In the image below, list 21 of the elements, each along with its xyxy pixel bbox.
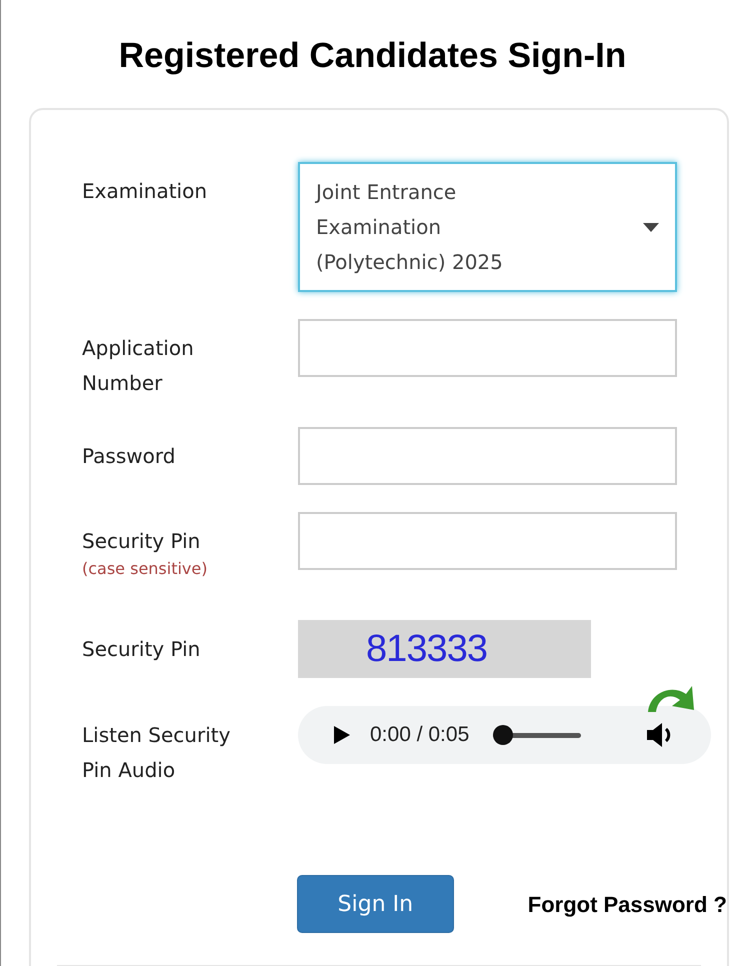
input-field[interactable] <box>298 319 677 377</box>
audio-progress-track[interactable] <box>493 725 582 745</box>
select-value: Joint Entrance Examination (Polytechnic) 2025 <box>316 178 504 276</box>
case-sensitive-note: (case sensitive) <box>82 559 208 579</box>
sign-in-button[interactable]: Sign In <box>297 875 454 933</box>
examination-select[interactable]: Joint Entrance Examination (Polytechnic) 2025 <box>298 162 677 292</box>
audio-player[interactable]: 0:00 / 0:05 <box>298 706 711 764</box>
page-title: Registered Candidates Sign-In <box>118 35 628 77</box>
forgot-password-link[interactable]: Forgot Password ? <box>528 888 727 920</box>
field-label: Application Number <box>82 335 195 397</box>
play-icon[interactable] <box>334 726 350 744</box>
field-label: Security Pin <box>82 528 202 555</box>
field-label: Security Pin <box>82 636 202 663</box>
field-label: Listen Security Pin Audio <box>82 722 232 784</box>
input-field[interactable] <box>298 427 677 485</box>
audio-time: 0:00 / 0:05 <box>370 722 470 748</box>
field-label: Examination <box>82 178 208 205</box>
input-field[interactable] <box>298 512 677 570</box>
field-label: Password <box>82 443 176 470</box>
dropdown-caret-icon <box>643 222 659 232</box>
progress-thumb[interactable] <box>493 725 514 745</box>
